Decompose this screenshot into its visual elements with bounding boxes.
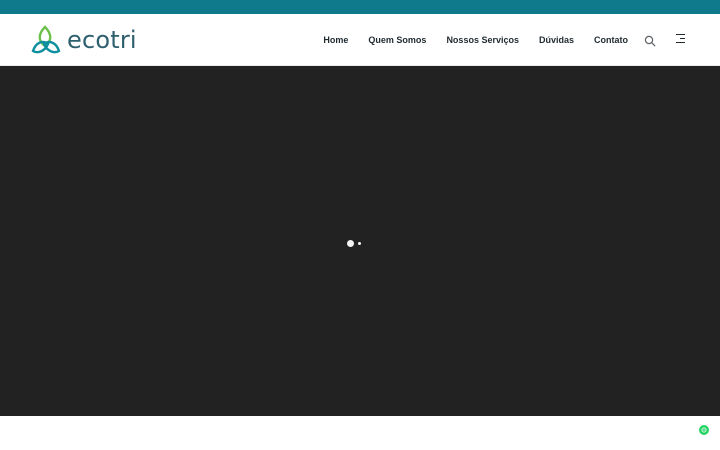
logo-text: ecotri xyxy=(67,26,137,54)
hamburger-menu-icon-line xyxy=(680,38,685,39)
top-accent-bar xyxy=(0,0,720,14)
nav-item-nossos-servicos[interactable]: Nossos Serviços xyxy=(446,14,519,66)
loading-dot xyxy=(358,242,361,245)
site-header: ecotri Home Quem Somos Nossos Serviços D… xyxy=(0,14,720,66)
hero-loading-area xyxy=(0,66,720,416)
loading-dot xyxy=(347,240,354,247)
whatsapp-icon xyxy=(701,427,707,433)
main-nav: Home Quem Somos Nossos Serviços Dúvidas … xyxy=(323,14,628,66)
search-button[interactable] xyxy=(644,34,656,47)
hamburger-menu-icon-line xyxy=(676,42,685,43)
nav-item-home[interactable]: Home xyxy=(323,14,348,66)
trefoil-logo-icon xyxy=(31,25,61,54)
page-content-below xyxy=(0,416,720,450)
whatsapp-button[interactable] xyxy=(699,425,709,435)
logo[interactable]: ecotri xyxy=(31,25,137,55)
nav-item-contato[interactable]: Contato xyxy=(594,14,628,66)
hamburger-menu-button[interactable] xyxy=(675,33,685,45)
hamburger-menu-icon xyxy=(676,34,685,35)
search-icon xyxy=(644,35,656,47)
nav-item-duvidas[interactable]: Dúvidas xyxy=(539,14,574,66)
nav-item-quem-somos[interactable]: Quem Somos xyxy=(368,14,426,66)
